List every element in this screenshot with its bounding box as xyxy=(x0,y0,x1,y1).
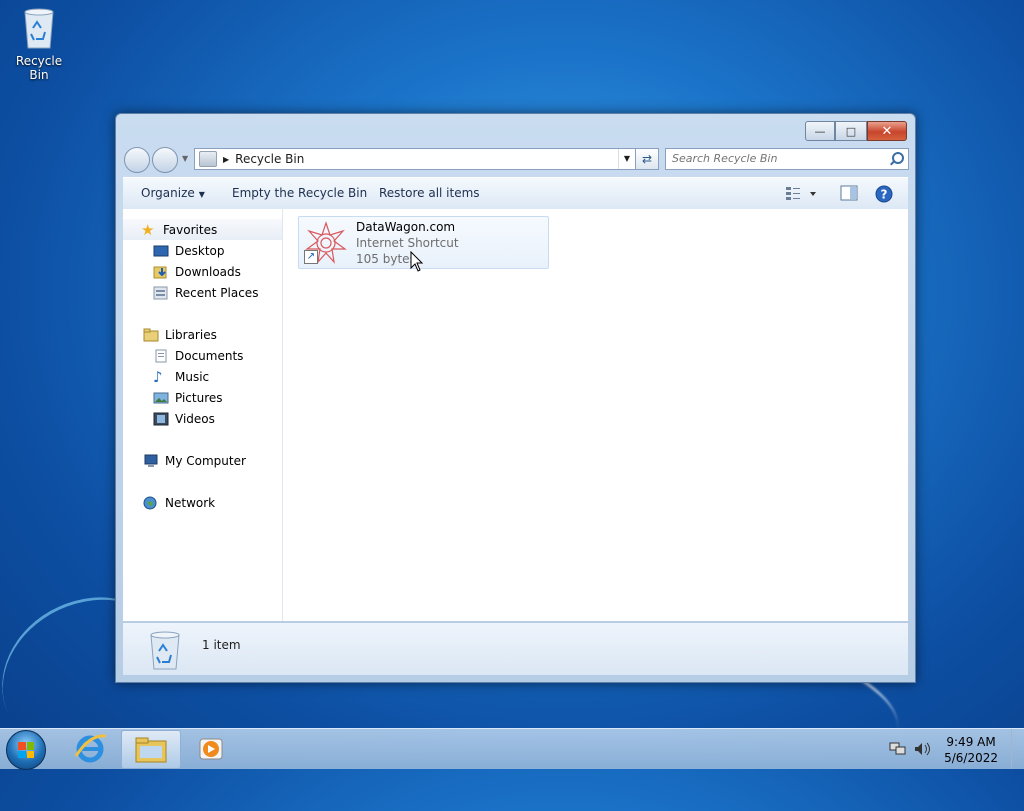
refresh-icon: ⇄ xyxy=(641,152,653,166)
file-name: DataWagon.com xyxy=(356,220,456,234)
nav-favorites[interactable]: ★ Favorites xyxy=(123,219,282,240)
nav-item-downloads[interactable]: Downloads xyxy=(123,261,282,282)
system-clock[interactable]: 9:49 AM 5/6/2022 xyxy=(944,734,998,766)
computer-icon xyxy=(143,454,159,468)
taskbar-internet-explorer[interactable] xyxy=(62,730,120,767)
file-type: Internet Shortcut xyxy=(356,236,459,250)
minimize-button[interactable]: — xyxy=(805,121,835,141)
nav-label: Downloads xyxy=(175,264,241,279)
taskbar-media-player[interactable] xyxy=(181,730,239,767)
nav-label: Network xyxy=(165,495,216,510)
explorer-window: — □ ✕ ▼ ▶ Recycle Bin ▼ ⇄ Organize▼ Empt… xyxy=(115,113,916,683)
nav-item-recent-places[interactable]: Recent Places xyxy=(123,282,282,303)
music-note-icon: ♪ xyxy=(153,367,163,386)
taskbar: 9:49 AM 5/6/2022 xyxy=(0,728,1024,770)
nav-label: My Computer xyxy=(165,453,246,468)
refresh-button[interactable]: ⇄ xyxy=(635,148,659,170)
desktop-icon-label: Recycle Bin xyxy=(15,54,63,82)
desktop-icon xyxy=(153,244,169,258)
recycle-bin-icon xyxy=(147,629,183,674)
preview-pane-icon xyxy=(840,185,858,201)
empty-recycle-bin-button[interactable]: Empty the Recycle Bin xyxy=(232,186,367,200)
navigation-pane: ★ Favorites Desktop Downloads Recent Pla… xyxy=(123,209,283,621)
organize-button[interactable]: Organize ▼ xyxy=(141,186,205,200)
start-button[interactable] xyxy=(6,730,46,770)
show-desktop-button[interactable] xyxy=(1011,729,1024,769)
close-icon: ✕ xyxy=(881,123,893,139)
address-dropdown-icon[interactable]: ▼ xyxy=(618,149,635,169)
close-button[interactable]: ✕ xyxy=(867,121,907,141)
nav-label: Videos xyxy=(175,411,215,426)
organize-label: Organize xyxy=(141,186,195,200)
back-button[interactable] xyxy=(124,147,150,173)
desktop-icon-recycle-bin[interactable]: Recycle Bin xyxy=(6,6,72,82)
pictures-icon xyxy=(153,391,169,405)
nav-label: Desktop xyxy=(175,243,225,258)
nav-item-desktop[interactable]: Desktop xyxy=(123,240,282,261)
view-options-icon xyxy=(786,187,816,200)
search-input[interactable] xyxy=(666,149,888,167)
maximize-icon: □ xyxy=(845,124,857,138)
recent-pages-chevron-icon[interactable]: ▼ xyxy=(182,154,188,163)
nav-label: Libraries xyxy=(165,327,217,342)
item-count: 1 item xyxy=(202,638,241,652)
navigation-row: ▼ ▶ Recycle Bin ▼ ⇄ xyxy=(124,146,909,173)
clock-time: 9:49 AM xyxy=(946,735,996,749)
nav-label: Documents xyxy=(175,348,244,363)
content-area: ★ Favorites Desktop Downloads Recent Pla… xyxy=(123,209,908,621)
nav-label: Favorites xyxy=(163,222,218,237)
documents-icon xyxy=(153,349,169,363)
windows-logo-icon xyxy=(18,742,34,758)
preview-pane-button[interactable] xyxy=(840,185,858,204)
breadcrumb-chevron-icon[interactable]: ▶ xyxy=(223,155,229,164)
mouse-cursor-icon xyxy=(410,251,424,272)
videos-icon xyxy=(153,412,169,426)
caption-buttons: — □ ✕ xyxy=(805,121,907,141)
nav-item-videos[interactable]: Videos xyxy=(123,408,282,429)
volume-tray-icon[interactable] xyxy=(913,741,931,760)
taskbar-windows-explorer[interactable] xyxy=(121,730,181,769)
forward-button[interactable] xyxy=(152,147,178,173)
libraries-icon xyxy=(143,328,159,342)
nav-item-documents[interactable]: Documents xyxy=(123,345,282,366)
nav-libraries[interactable]: Libraries xyxy=(123,324,282,345)
search-box[interactable] xyxy=(665,148,909,170)
network-tray-icon[interactable] xyxy=(889,741,907,760)
windows-explorer-icon xyxy=(135,737,167,763)
clock-date: 5/6/2022 xyxy=(944,751,998,765)
shortcut-arrow-icon: ↗ xyxy=(304,250,318,264)
change-view-button[interactable] xyxy=(785,185,819,204)
command-bar: Organize ▼ Empty the Recycle Bin Restore … xyxy=(123,177,908,210)
recent-places-icon xyxy=(153,286,169,300)
minimize-icon: — xyxy=(814,124,826,138)
internet-explorer-icon xyxy=(74,734,107,763)
restore-all-items-button[interactable]: Restore all items xyxy=(379,186,480,200)
nav-network[interactable]: Network xyxy=(123,492,282,513)
chevron-down-icon: ▼ xyxy=(198,190,205,199)
help-icon: ? xyxy=(875,185,893,203)
downloads-folder-icon xyxy=(153,265,169,279)
search-icon[interactable] xyxy=(892,152,904,164)
nav-label: Recent Places xyxy=(175,285,259,300)
file-size: 105 bytes xyxy=(356,252,416,266)
maximize-button[interactable]: □ xyxy=(835,121,867,141)
details-pane: 1 item xyxy=(123,622,908,675)
network-globe-icon xyxy=(143,496,159,510)
internet-shortcut-icon: ↗ xyxy=(303,221,349,265)
help-button[interactable]: ? xyxy=(875,185,893,206)
media-player-icon xyxy=(199,738,223,760)
nav-item-music[interactable]: ♪ Music xyxy=(123,366,282,387)
nav-item-pictures[interactable]: Pictures xyxy=(123,387,282,408)
recycle-bin-icon xyxy=(199,151,217,167)
recycle-bin-icon xyxy=(21,6,57,50)
breadcrumb-location[interactable]: Recycle Bin xyxy=(235,152,618,166)
nav-my-computer[interactable]: My Computer xyxy=(123,450,282,471)
address-bar[interactable]: ▶ Recycle Bin ▼ xyxy=(194,148,636,170)
nav-label: Pictures xyxy=(175,390,223,405)
star-icon: ★ xyxy=(141,220,155,239)
svg-text:?: ? xyxy=(881,188,888,202)
nav-label: Music xyxy=(175,369,210,384)
